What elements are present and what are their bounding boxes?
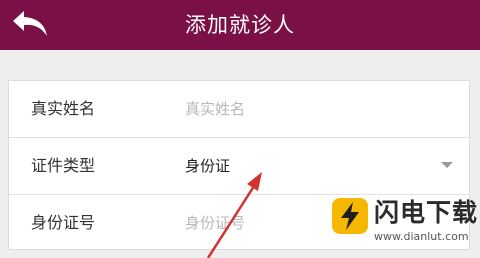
page-title: 添加就诊人 [185,13,295,37]
real-name-label: 真实姓名 [31,99,96,118]
real-name-input[interactable]: 真实姓名 [185,81,425,137]
app-header: 添加就诊人 [0,0,480,50]
caret-down-icon[interactable] [441,162,453,168]
watermark-url: www.dianlut.com [374,230,469,243]
watermark-name: 闪电下载 [374,198,479,227]
watermark: 闪电下载 www.dianlut.com [330,196,480,250]
lightning-logo-icon [332,198,368,234]
form-row-real-name: 真实姓名 真实姓名 [9,81,469,137]
id-number-label: 身份证号 [31,213,96,232]
id-type-label: 证件类型 [31,156,96,175]
form-row-id-type[interactable]: 证件类型 身份证 [9,138,469,194]
id-type-select[interactable]: 身份证 [185,138,425,194]
